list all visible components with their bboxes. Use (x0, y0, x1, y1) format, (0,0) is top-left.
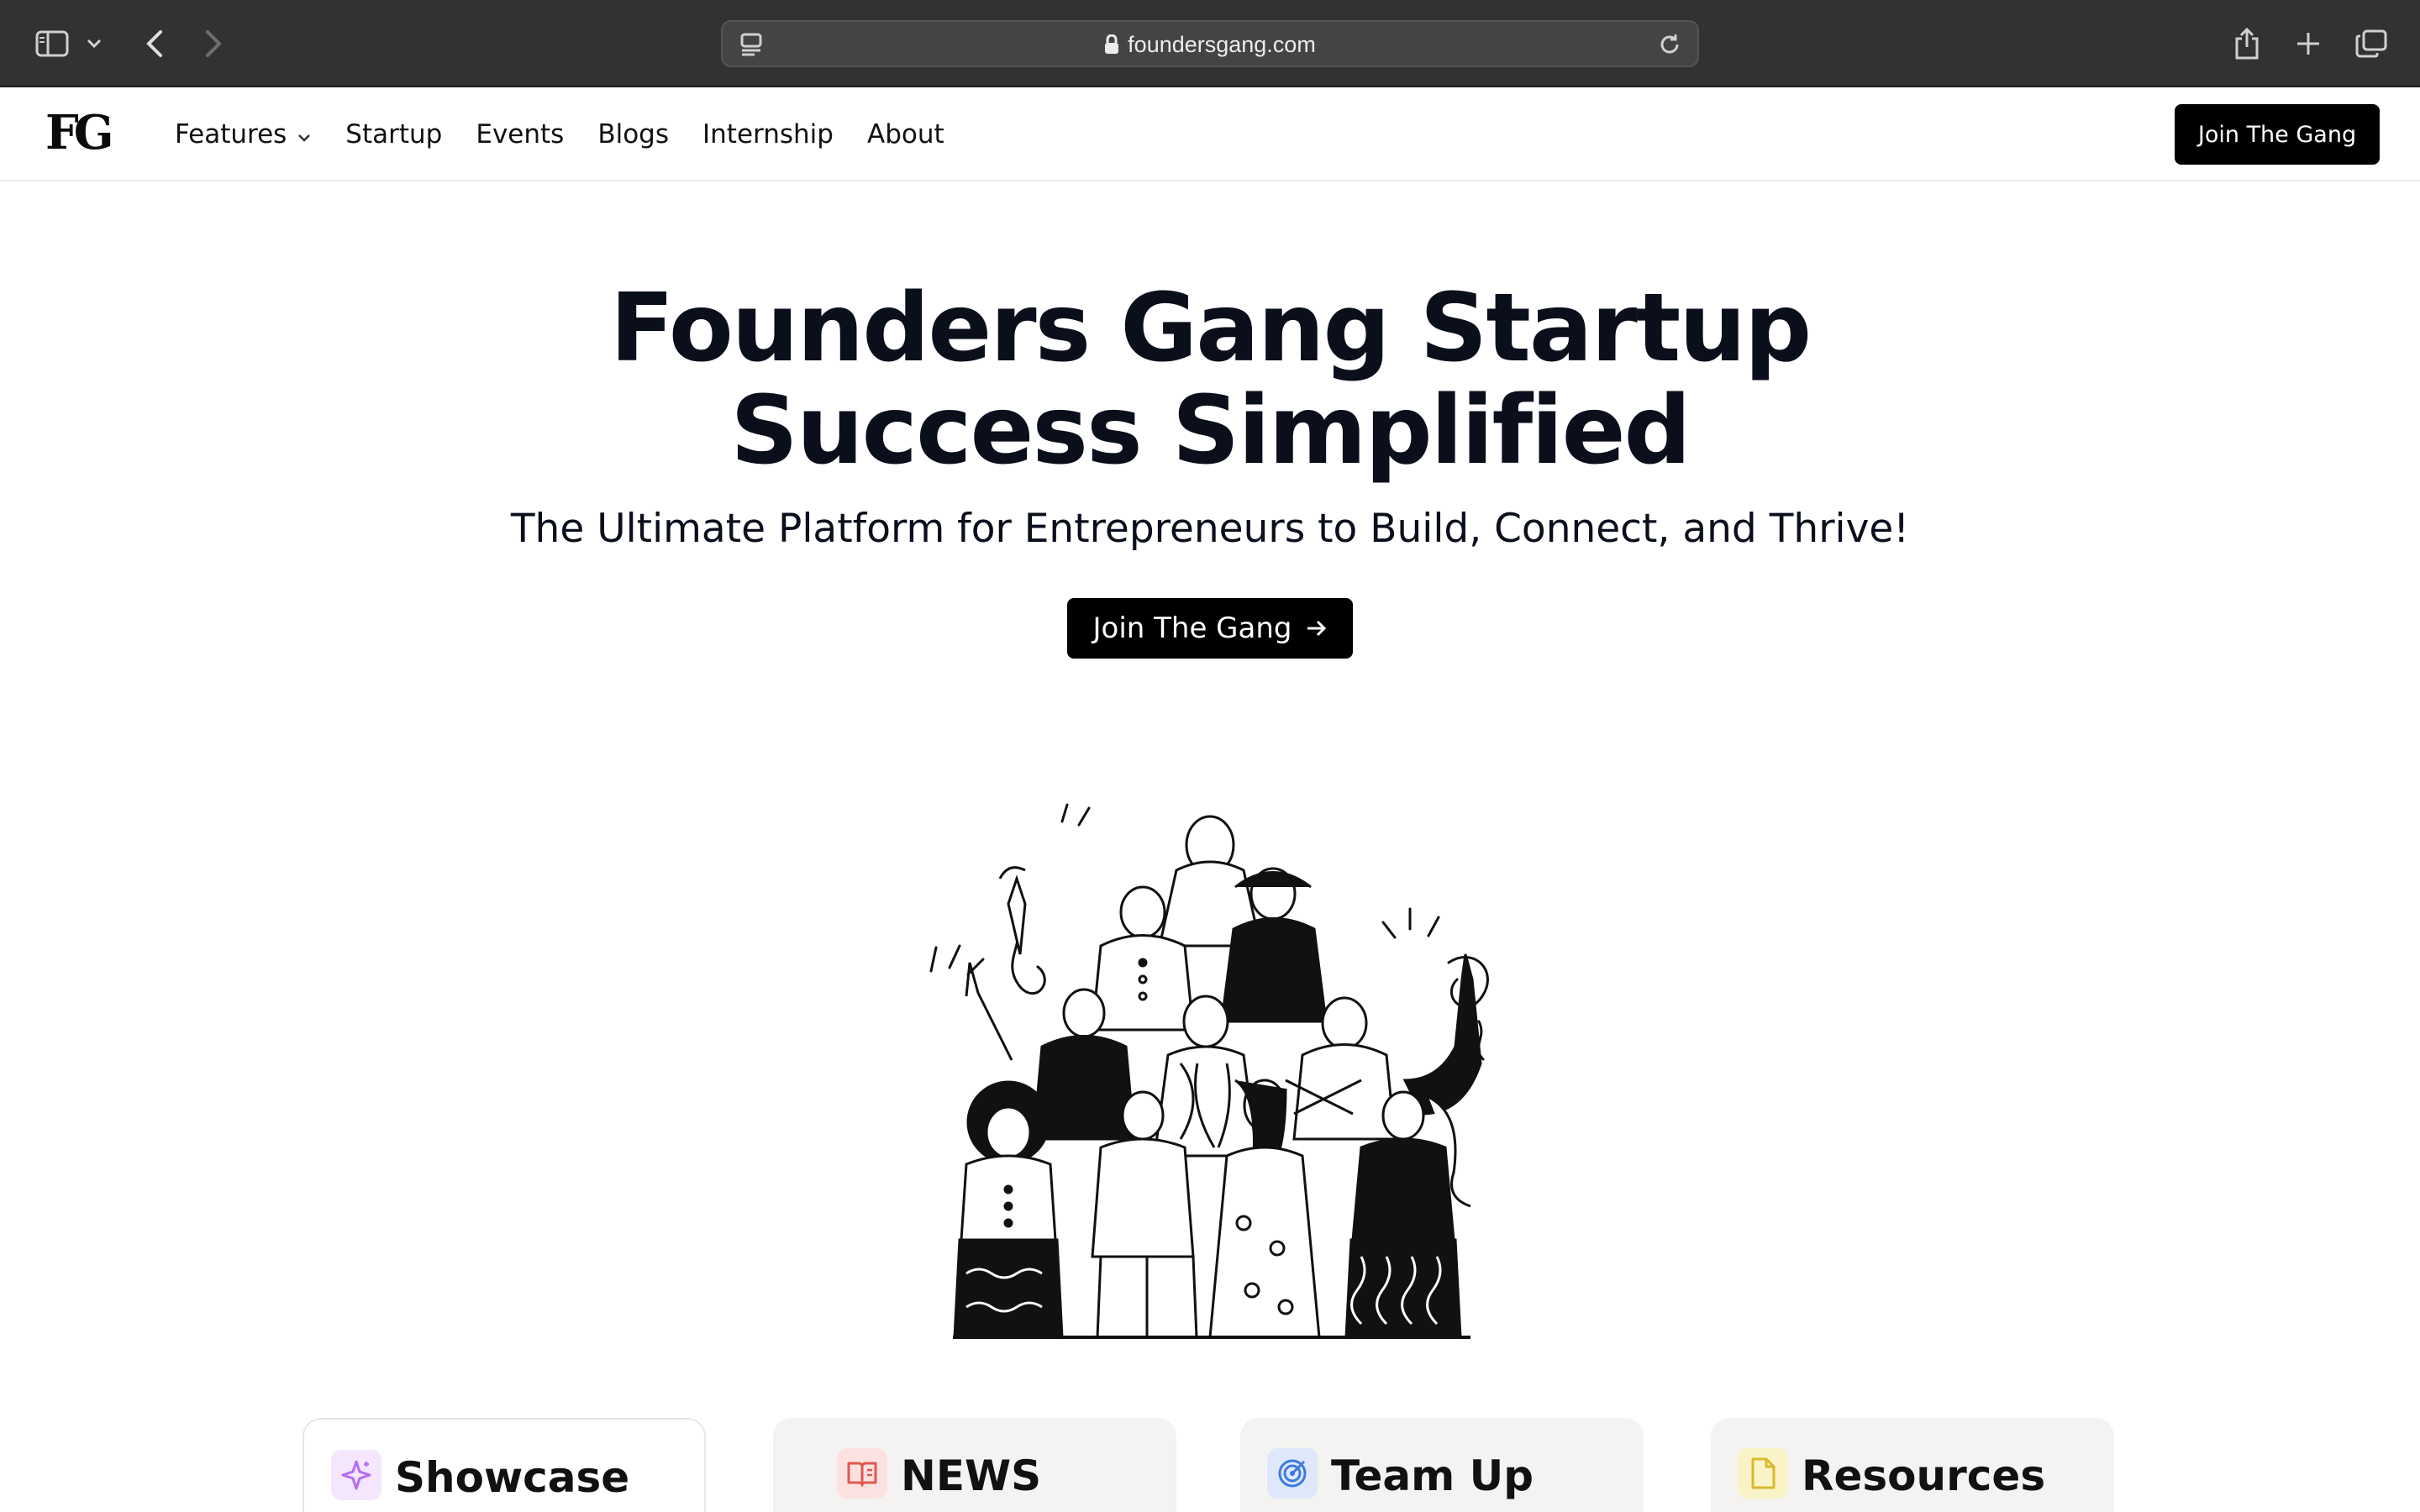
new-tab-icon[interactable] (2288, 24, 2328, 64)
hero-subtitle: The Ultimate Platform for Entrepreneurs … (510, 506, 1910, 552)
share-icon[interactable] (2227, 24, 2267, 64)
sparkle-icon (331, 1450, 381, 1500)
feature-card-team-up[interactable]: Team Up (1240, 1418, 1644, 1512)
feature-card-label: Team Up (1331, 1452, 1534, 1500)
sidebar-toggle-icon[interactable] (32, 24, 72, 64)
feature-card-resources[interactable]: Resources (1711, 1418, 2114, 1512)
address-bar[interactable]: foundersgang.com (721, 20, 1699, 67)
join-the-gang-hero-button[interactable]: Join The Gang (1067, 598, 1353, 659)
url-label: foundersgang.com (1128, 32, 1316, 57)
open-book-icon (837, 1448, 887, 1499)
hero-cta-label: Join The Gang (1092, 612, 1292, 645)
lock-icon (1104, 34, 1119, 60)
nav-events[interactable]: Events (476, 119, 564, 150)
feature-card-news[interactable]: NEWS (773, 1418, 1176, 1512)
nav-features-label: Features (175, 119, 287, 150)
feature-card-showcase[interactable]: Showcase (302, 1418, 706, 1512)
nav-internship[interactable]: Internship (702, 119, 834, 150)
community-people-illustration (891, 803, 1529, 1341)
feature-card-label: Resources (1802, 1452, 2046, 1500)
arrow-right-icon (1306, 612, 1328, 645)
hero-title-line-2: Success Simplified (730, 376, 1691, 486)
nav-blogs[interactable]: Blogs (597, 119, 669, 150)
site-header: FG Features Startup Events Blogs Interns… (0, 87, 2420, 181)
nav-about[interactable]: About (867, 119, 944, 150)
hero-title: Founders Gang Startup Success Simplified (0, 277, 2420, 482)
hero-title-line-1: Founders Gang Startup (609, 274, 1812, 383)
back-arrow-icon[interactable] (134, 24, 175, 64)
file-icon (1738, 1448, 1788, 1499)
join-the-gang-nav-button[interactable]: Join The Gang (2175, 104, 2380, 165)
feature-card-label: Showcase (395, 1453, 630, 1502)
main-nav: Features Startup Events Blogs Internship… (175, 87, 944, 181)
nav-features[interactable]: Features (175, 119, 312, 150)
forward-arrow-icon[interactable] (193, 24, 234, 64)
feature-card-label: NEWS (901, 1452, 1042, 1500)
chevron-down-icon (297, 119, 312, 150)
target-icon (1267, 1448, 1318, 1499)
chevron-down-icon[interactable] (77, 24, 111, 64)
url-text: foundersgang.com (723, 32, 1697, 60)
site-logo[interactable]: FG (45, 109, 114, 156)
reload-icon[interactable] (1657, 32, 1682, 60)
nav-startup[interactable]: Startup (345, 119, 442, 150)
browser-toolbar: foundersgang.com (0, 0, 2420, 87)
tab-overview-icon[interactable] (2351, 24, 2391, 64)
